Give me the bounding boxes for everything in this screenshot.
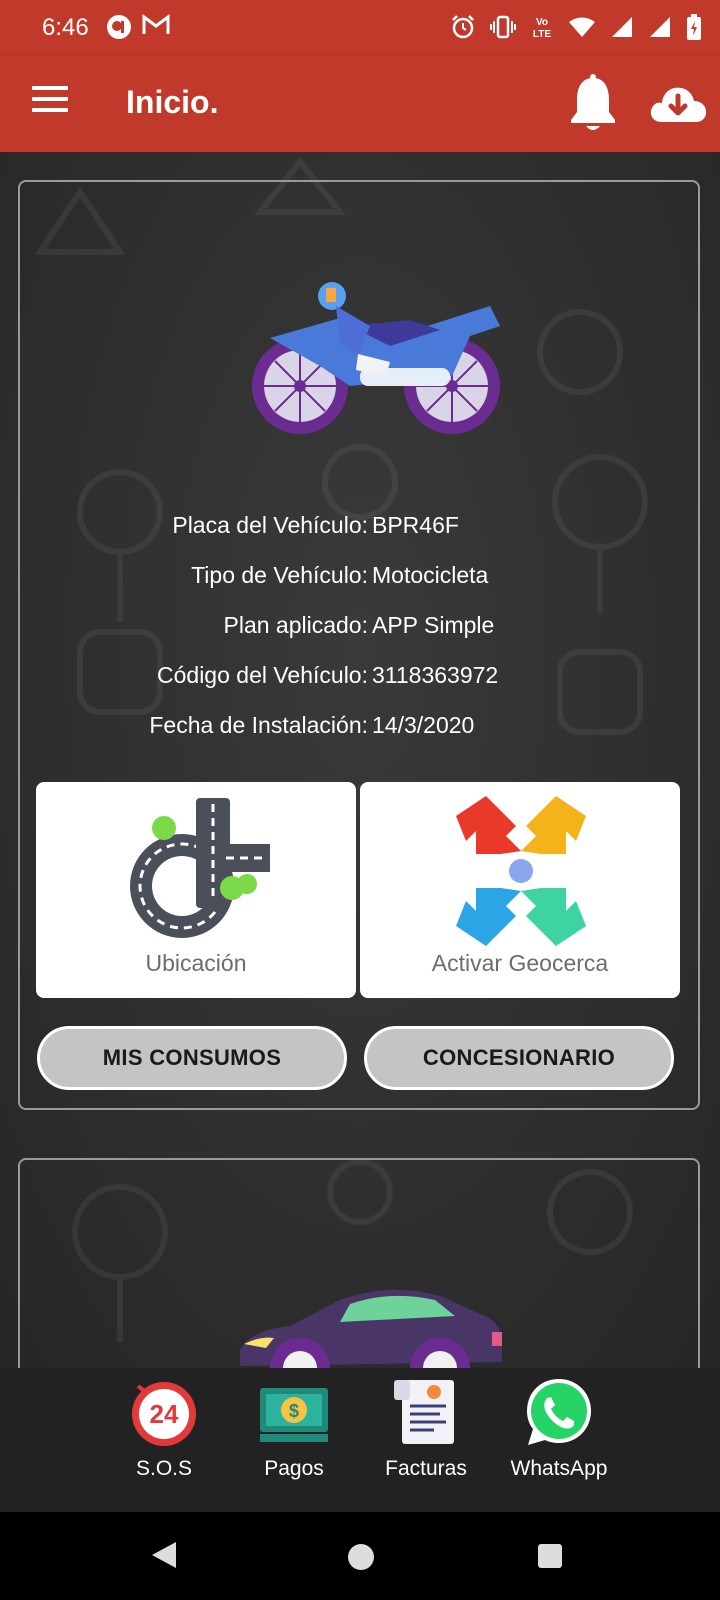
tile-label: Ubicación (145, 950, 247, 976)
bell-icon[interactable] (566, 74, 620, 134)
vehicle-card: Placa del Vehículo: BPR46F Tipo de Vehíc… (18, 180, 700, 1110)
signal-icon (650, 17, 670, 37)
quick-label: Pagos (264, 1457, 324, 1480)
volte-icon: Vo LTE (533, 17, 551, 40)
detail-row-plan: Plan aplicado: APP Simple (20, 612, 702, 662)
detail-label: Plan aplicado: (223, 612, 369, 638)
svg-text:LTE: LTE (533, 29, 551, 40)
payments-button[interactable]: $ Pagos (234, 1376, 354, 1496)
detail-label: Placa del Vehículo: (172, 512, 368, 538)
status-time: 6:46 (42, 14, 89, 41)
back-icon[interactable] (150, 1540, 178, 1570)
app-notification-icon (107, 15, 131, 39)
invoices-button[interactable]: Facturas (366, 1376, 486, 1496)
car-illustration (240, 1289, 502, 1368)
app-bar: Inicio. (0, 56, 720, 152)
second-vehicle-card (18, 1158, 700, 1368)
menu-button[interactable] (32, 86, 68, 116)
invoice-icon (394, 1380, 454, 1444)
page-title: Inicio. (126, 84, 219, 120)
gmail-icon (142, 14, 170, 34)
whatsapp-button[interactable]: WhatsApp (499, 1376, 619, 1496)
quick-label: Facturas (385, 1457, 467, 1480)
detail-label: Código del Vehículo: (157, 662, 368, 688)
vehicle-details: Placa del Vehículo: BPR46F Tipo de Vehíc… (20, 512, 702, 762)
motorcycle-illustration (252, 274, 500, 434)
wifi-icon (569, 17, 595, 37)
detail-row-install-date: Fecha de Instalación: 14/3/2020 (20, 712, 702, 762)
quick-label: WhatsApp (510, 1457, 608, 1480)
geofence-arrows-icon (456, 796, 586, 946)
whatsapp-icon (527, 1379, 591, 1445)
home-icon[interactable] (348, 1544, 374, 1570)
system-nav-bar (0, 1512, 720, 1600)
road-location-icon (130, 798, 270, 938)
detail-value: 14/3/2020 (372, 712, 475, 738)
detail-value: BPR46F (372, 512, 459, 538)
sos-button[interactable]: 24 S.O.S (104, 1376, 224, 1496)
vibrate-icon (490, 15, 516, 39)
detail-value: Motocicleta (372, 562, 489, 588)
cloud-download-icon[interactable] (648, 78, 708, 128)
detail-row-type: Tipo de Vehículo: Motocicleta (20, 562, 702, 612)
svg-text:$: $ (289, 1401, 299, 1421)
svg-text:24: 24 (150, 1399, 179, 1429)
location-tile[interactable]: Ubicación (36, 782, 356, 998)
dealership-button[interactable]: CONCESIONARIO (364, 1026, 674, 1090)
my-consumption-button[interactable]: MIS CONSUMOS (37, 1026, 347, 1090)
battery-icon (687, 14, 701, 40)
svg-text:Vo: Vo (536, 17, 548, 28)
recents-icon[interactable] (538, 1544, 562, 1568)
quick-actions-bar: 24 S.O.S $ Pagos Facturas WhatsApp (0, 1368, 720, 1512)
detail-value: APP Simple (372, 612, 495, 638)
status-bar: 6:46 Vo LTE (0, 0, 720, 56)
menu-icon (32, 86, 68, 90)
detail-label: Tipo de Vehículo: (191, 562, 368, 588)
status-left-icons (106, 14, 170, 40)
detail-row-plate: Placa del Vehículo: BPR46F (20, 512, 702, 562)
alarm-icon (452, 15, 474, 39)
quick-label: S.O.S (135, 1457, 193, 1480)
status-right-icons: Vo LTE (450, 14, 702, 40)
sos-24-icon: 24 (132, 1382, 196, 1446)
geofence-tile[interactable]: Activar Geocerca (360, 782, 680, 998)
detail-label: Fecha de Instalación: (149, 712, 368, 738)
main-content[interactable]: Placa del Vehículo: BPR46F Tipo de Vehíc… (0, 152, 720, 1368)
detail-row-code: Código del Vehículo: 3118363972 (20, 662, 702, 712)
detail-value: 3118363972 (372, 662, 499, 688)
signal-icon (612, 17, 632, 37)
money-icon: $ (260, 1388, 328, 1442)
tile-label: Activar Geocerca (431, 950, 609, 976)
